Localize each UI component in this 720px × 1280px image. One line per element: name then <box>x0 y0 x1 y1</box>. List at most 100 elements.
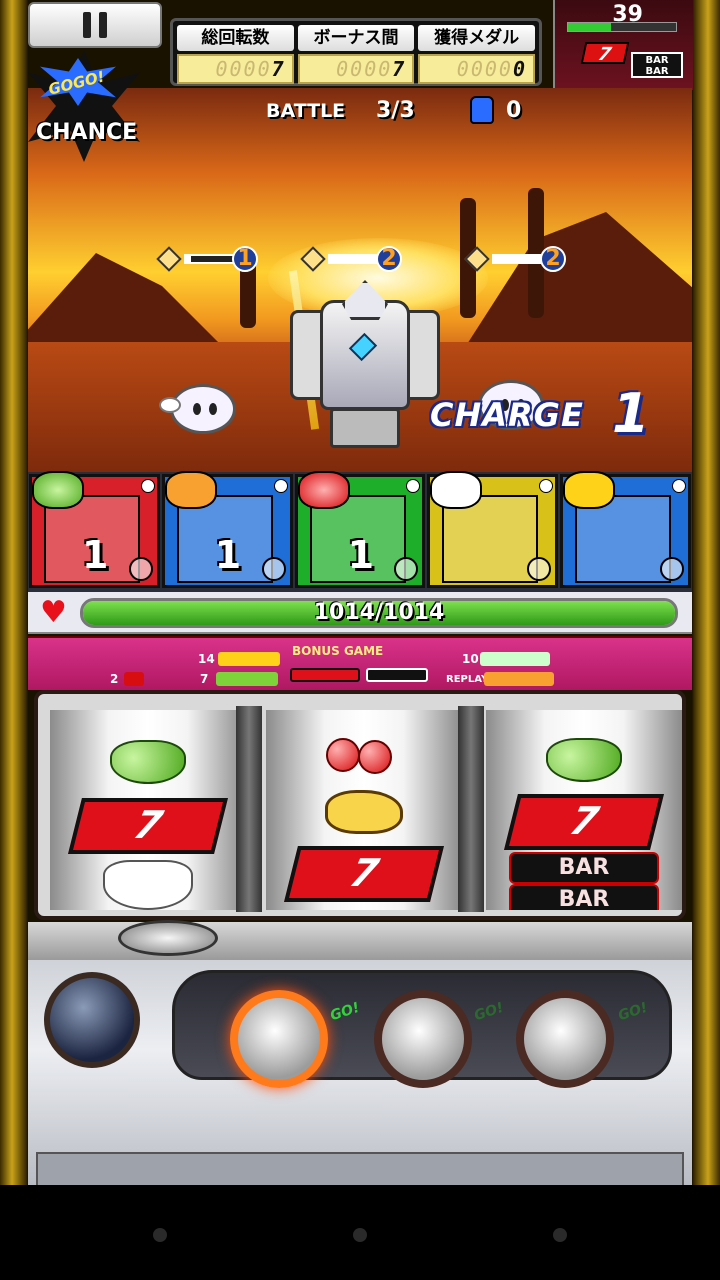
rhino-icon <box>325 790 403 834</box>
credit-meter <box>567 22 677 32</box>
light-element-icon <box>527 557 552 581</box>
reel-symbol <box>50 740 246 784</box>
pause-icon-bar <box>99 12 107 38</box>
reel-symbol <box>50 860 246 910</box>
reel-center: 7 <box>266 710 462 910</box>
bar-icon: BAR <box>509 884 659 910</box>
seven-icon: 7 <box>580 42 630 65</box>
back-button[interactable] <box>153 1228 167 1242</box>
reel-symbol: BAR <box>486 884 682 910</box>
eye-icon <box>193 403 201 415</box>
grapes-icon <box>546 738 622 782</box>
water-element-icon <box>659 557 684 581</box>
reel-symbol <box>266 728 462 774</box>
heart-icon: ♥ <box>40 595 67 630</box>
party-card[interactable]: 1 <box>294 471 426 588</box>
stop-button-left[interactable] <box>230 990 328 1088</box>
bell-icon <box>563 471 616 509</box>
enemy-hp-fill <box>330 256 378 262</box>
recents-button[interactable] <box>553 1228 567 1242</box>
party-card[interactable]: 1 <box>29 471 160 588</box>
reel-symbol <box>486 738 682 782</box>
charge-label: CHARGE <box>430 396 584 434</box>
enemy-hp-track <box>328 254 380 264</box>
enemy-hp-fill <box>186 256 191 262</box>
enemy-hp-track <box>492 254 544 264</box>
enemy-turn-counter: 2 <box>540 246 566 272</box>
bar-icon <box>366 668 428 682</box>
party-card[interactable]: 1 <box>161 471 293 588</box>
grapes-icon <box>32 471 84 509</box>
wing-icon <box>159 397 181 413</box>
clown-icon <box>480 652 550 666</box>
seven-icon: 7 <box>284 846 444 902</box>
counter-digit: 7 <box>271 57 286 81</box>
stop-button-right[interactable] <box>516 990 614 1088</box>
chance-label: CHANCE <box>36 120 138 145</box>
clown-icon <box>103 860 193 910</box>
rhino-icon <box>484 672 554 686</box>
counter-value: 00007 <box>177 54 294 84</box>
water-element-icon <box>261 557 286 581</box>
seven-icon <box>290 668 360 682</box>
reel-divider <box>458 706 484 912</box>
bag-count: 0 <box>506 98 522 123</box>
enemy-hp-bar: 2 <box>464 246 566 272</box>
counter-label: ボーナス間 <box>297 25 415 51</box>
enemy-gem-icon <box>464 246 490 272</box>
counter-value: 00007 <box>297 54 415 84</box>
stop-button-center[interactable] <box>374 990 472 1088</box>
home-button[interactable] <box>353 1228 367 1242</box>
corner-icon <box>273 479 288 493</box>
cherry-icon <box>297 471 350 509</box>
bonus-game-title: BONUS GAME <box>292 644 384 658</box>
bonus-interval-counter: ボーナス間 00007 <box>297 25 415 84</box>
counter-value: 00000 <box>418 54 536 84</box>
pay-value: 14 <box>198 652 215 666</box>
counter-dim-digits: 0000 <box>215 57 272 81</box>
enemy-hp-fill <box>494 256 542 262</box>
corner-icon <box>671 479 686 493</box>
reel-right: 7 BAR BAR <box>486 710 682 910</box>
counter-dim-digits: 0000 <box>456 57 513 81</box>
party-card[interactable] <box>560 471 691 588</box>
enemy-gem-icon <box>300 246 326 272</box>
ghost-enemy[interactable] <box>159 384 236 434</box>
reel-divider <box>236 706 262 912</box>
mesa-right <box>462 212 692 352</box>
corner-icon <box>140 479 155 493</box>
max-bet-button[interactable] <box>118 920 218 956</box>
counter-digit: 7 <box>392 57 407 81</box>
pay-value: 7 <box>200 672 209 686</box>
start-lever[interactable] <box>44 972 140 1068</box>
enemy-gem-icon <box>156 246 182 272</box>
counter-digit: 0 <box>512 57 528 81</box>
counter-panel: 総回転数 00007 ボーナス間 00007 獲得メダル 00000 <box>170 18 542 86</box>
bar-icon: BAR <box>509 852 659 884</box>
counter-dim-digits: 0000 <box>336 57 393 81</box>
party-card[interactable] <box>427 471 559 588</box>
pause-button[interactable] <box>28 2 162 48</box>
credit-meter-fill <box>568 23 612 31</box>
coin-tray <box>36 1152 684 1185</box>
reel-symbol: 7 <box>266 846 462 902</box>
fire-element-icon <box>128 557 153 581</box>
reel-symbol: 7 <box>486 794 682 850</box>
robot-knight-enemy[interactable] <box>288 270 440 450</box>
battle-round: 3/3 <box>376 98 415 123</box>
card-count: 1 <box>214 533 242 577</box>
charge-value: 1 <box>612 382 650 445</box>
bell-icon <box>218 652 280 666</box>
reel-symbol <box>266 790 462 834</box>
battle-label: BATTLE <box>266 100 346 122</box>
pause-icon <box>83 12 91 38</box>
pay-table: BONUS GAME 14 10 2 7 REPLAY <box>28 636 692 690</box>
enemy-hp-track <box>184 254 236 264</box>
cherry-icon <box>322 728 406 774</box>
enemy-hp-bar: 2 <box>300 246 402 272</box>
reel-symbol: 7 <box>50 798 246 854</box>
counter-label: 獲得メダル <box>418 25 536 51</box>
pay-value: 10 <box>462 652 479 666</box>
enemy-turn-counter: 1 <box>232 246 258 272</box>
grapes-icon <box>216 672 278 686</box>
